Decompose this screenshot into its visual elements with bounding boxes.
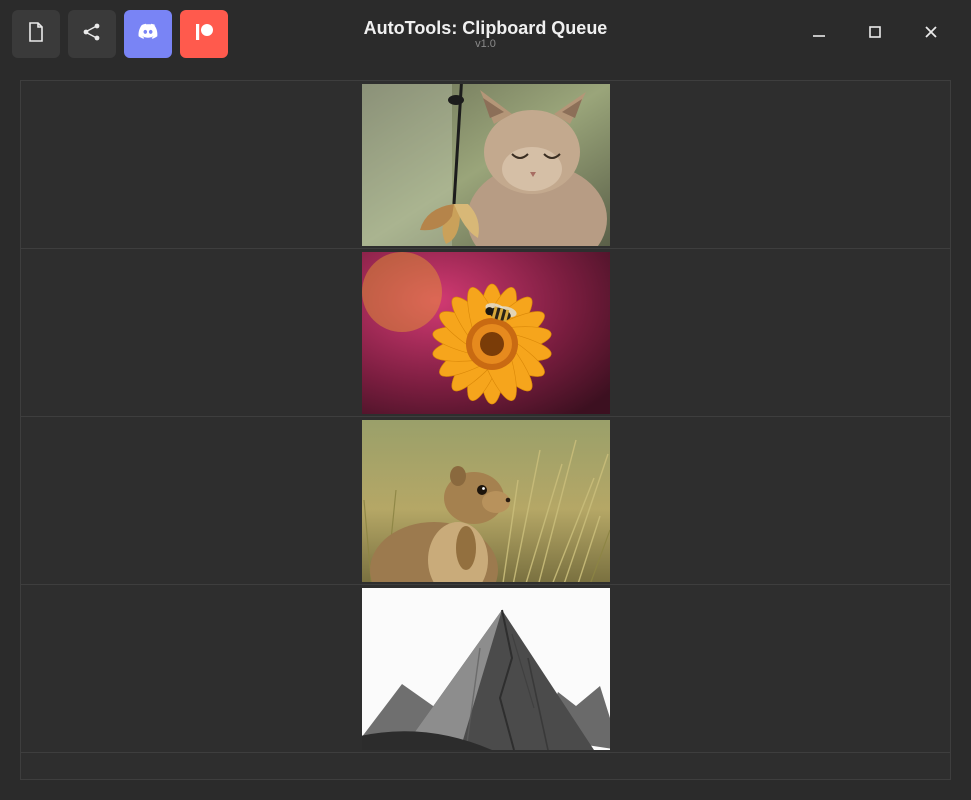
thumbnail-image — [362, 252, 610, 414]
clipboard-queue-panel[interactable] — [20, 80, 951, 780]
share-button[interactable] — [68, 10, 116, 58]
patreon-button[interactable] — [180, 10, 228, 58]
content-area — [0, 68, 971, 800]
discord-icon — [136, 20, 160, 49]
thumbnail-image — [362, 420, 610, 582]
toolbar-left — [12, 10, 228, 58]
minimize-button[interactable] — [791, 10, 847, 58]
queue-item[interactable] — [21, 585, 950, 753]
thumbnail-image — [362, 588, 610, 750]
queue-item[interactable] — [21, 81, 950, 249]
new-file-button[interactable] — [12, 10, 60, 58]
patreon-icon — [192, 20, 216, 49]
minimize-icon — [811, 24, 827, 45]
app-title: AutoTools: Clipboard Queue — [364, 18, 608, 39]
title-bar: AutoTools: Clipboard Queue v1.0 — [0, 0, 971, 68]
thumbnail-image — [362, 84, 610, 246]
queue-item[interactable] — [21, 417, 950, 585]
app-window: AutoTools: Clipboard Queue v1.0 — [0, 0, 971, 800]
toolbar-right — [719, 10, 959, 58]
app-version: v1.0 — [475, 38, 496, 50]
settings-button[interactable] — [719, 10, 767, 58]
maximize-button[interactable] — [847, 10, 903, 58]
file-icon — [24, 20, 48, 49]
share-icon — [80, 20, 104, 49]
queue-item[interactable] — [21, 249, 950, 417]
discord-button[interactable] — [124, 10, 172, 58]
close-icon — [923, 24, 939, 45]
close-button[interactable] — [903, 10, 959, 58]
maximize-icon — [867, 24, 883, 45]
